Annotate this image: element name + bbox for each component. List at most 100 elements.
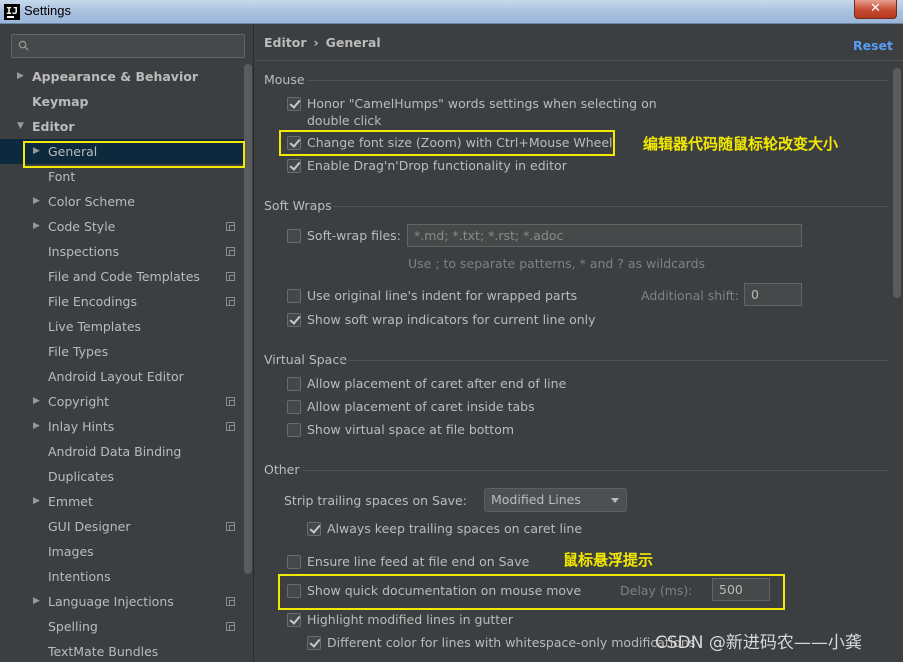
project-settings-icon — [226, 272, 235, 281]
chevron-down-icon — [611, 498, 619, 503]
breadcrumb: Editor › General — [264, 35, 381, 50]
sidebar-item-inlay-hints[interactable]: ▶ Inlay Hints — [0, 414, 244, 439]
section-divider — [303, 470, 889, 471]
different-color-checkbox[interactable] — [307, 636, 321, 650]
caret-after-eol-label: Allow placement of caret after end of li… — [307, 376, 567, 391]
section-divider — [333, 206, 889, 207]
section-divider — [307, 80, 889, 81]
project-settings-icon — [226, 597, 235, 606]
additional-shift-label: Additional shift: — [641, 288, 739, 303]
project-settings-icon — [226, 397, 235, 406]
caret-inside-tabs-label: Allow placement of caret inside tabs — [307, 399, 535, 414]
sidebar-item-language-injections[interactable]: ▶ Language Injections — [0, 589, 244, 614]
line-feed-checkbox[interactable] — [287, 555, 301, 569]
line-feed-label: Ensure line feed at file end on Save — [307, 554, 530, 569]
soft-wrap-indicators-label: Show soft wrap indicators for current li… — [307, 312, 596, 327]
project-settings-icon — [226, 222, 235, 231]
different-color-label: Different color for lines with whitespac… — [327, 635, 696, 650]
soft-wrap-files-hint: Use ; to separate patterns, * and ? as w… — [408, 256, 706, 271]
breadcrumb-current: General — [325, 35, 381, 50]
sidebar-item-keymap[interactable]: Keymap — [0, 89, 244, 114]
expand-arrow-icon[interactable]: ▶ — [33, 589, 40, 614]
keep-trailing-label: Always keep trailing spaces on caret lin… — [327, 521, 583, 536]
virtual-space-bottom-label: Show virtual space at file bottom — [307, 422, 515, 437]
highlight-modified-checkbox[interactable] — [287, 613, 301, 627]
settings-search-input[interactable] — [11, 34, 245, 58]
expand-arrow-icon[interactable]: ▶ — [33, 489, 40, 514]
sidebar-item-duplicates[interactable]: Duplicates — [0, 464, 244, 489]
collapse-arrow-icon[interactable]: ▼ — [17, 114, 24, 139]
soft-wrap-files-label: Soft-wrap files: — [307, 228, 401, 243]
intellij-app-icon: IJ — [4, 4, 20, 20]
virtual-space-bottom-checkbox[interactable] — [287, 423, 301, 437]
sidebar-item-color-scheme[interactable]: ▶ Color Scheme — [0, 189, 244, 214]
sidebar-item-emmet[interactable]: ▶ Emmet — [0, 489, 244, 514]
soft-wrap-files-checkbox[interactable] — [287, 229, 301, 243]
project-settings-icon — [226, 522, 235, 531]
reset-link[interactable]: Reset — [853, 38, 893, 53]
sidebar-item-android-layout-editor[interactable]: Android Layout Editor — [0, 364, 244, 389]
sidebar-item-intentions[interactable]: Intentions — [0, 564, 244, 589]
dragdrop-checkbox[interactable] — [287, 159, 301, 173]
soft-wrap-files-input[interactable]: *.md; *.txt; *.rst; *.adoc — [407, 224, 802, 247]
caret-after-eol-checkbox[interactable] — [287, 377, 301, 391]
caret-inside-tabs-checkbox[interactable] — [287, 400, 301, 414]
expand-arrow-icon[interactable]: ▶ — [33, 414, 40, 439]
sidebar-item-file-types[interactable]: File Types — [0, 339, 244, 364]
sidebar-item-inspections[interactable]: Inspections — [0, 239, 244, 264]
settings-sidebar: ▶ Appearance & Behavior Keymap ▼ Editor … — [0, 24, 254, 662]
sidebar-item-file-code-templates[interactable]: File and Code Templates — [0, 264, 244, 289]
sidebar-item-android-data-binding[interactable]: Android Data Binding — [0, 439, 244, 464]
breadcrumb-separator: › — [313, 35, 319, 50]
section-title-virtual-space: Virtual Space — [264, 352, 347, 367]
dragdrop-label: Enable Drag'n'Drop functionality in edit… — [307, 158, 567, 173]
sidebar-item-code-style[interactable]: ▶ Code Style — [0, 214, 244, 239]
window-title: Settings — [24, 3, 71, 18]
expand-arrow-icon[interactable]: ▶ — [17, 64, 24, 89]
camelhumps-label-line2: double click — [307, 113, 382, 128]
sidebar-item-live-templates[interactable]: Live Templates — [0, 314, 244, 339]
project-settings-icon — [226, 247, 235, 256]
sidebar-item-copyright[interactable]: ▶ Copyright — [0, 389, 244, 414]
expand-arrow-icon[interactable]: ▶ — [33, 214, 40, 239]
original-indent-label: Use original line's indent for wrapped p… — [307, 288, 578, 303]
keep-trailing-checkbox[interactable] — [307, 522, 321, 536]
sidebar-item-spelling[interactable]: Spelling — [0, 614, 244, 639]
quick-doc-annotation: 鼠标悬浮提示 — [563, 551, 654, 569]
strip-trailing-select[interactable]: Modified Lines — [484, 488, 627, 512]
zoom-highlight-box — [279, 130, 615, 156]
close-button[interactable]: ✕ — [854, 0, 897, 19]
section-title-soft-wraps: Soft Wraps — [264, 198, 332, 213]
camelhumps-checkbox[interactable] — [287, 97, 301, 111]
quick-doc-highlight-box — [278, 574, 785, 610]
expand-arrow-icon[interactable]: ▶ — [33, 189, 40, 214]
section-divider — [338, 360, 889, 361]
content-scrollbar[interactable] — [893, 68, 901, 298]
project-settings-icon — [226, 422, 235, 431]
sidebar-item-images[interactable]: Images — [0, 539, 244, 564]
expand-arrow-icon[interactable]: ▶ — [33, 389, 40, 414]
section-title-mouse: Mouse — [264, 72, 305, 87]
title-bar: IJ Settings ✕ — [0, 0, 903, 24]
csdn-watermark: CSDN @新进码农——小龚 — [655, 633, 862, 653]
header-divider — [255, 60, 903, 61]
strip-trailing-label: Strip trailing spaces on Save: — [284, 493, 467, 508]
project-settings-icon — [226, 622, 235, 631]
sidebar-item-textmate-bundles[interactable]: TextMate Bundles — [0, 639, 244, 662]
additional-shift-input[interactable]: 0 — [744, 283, 802, 306]
sidebar-item-gui-designer[interactable]: GUI Designer — [0, 514, 244, 539]
project-settings-icon — [226, 297, 235, 306]
sidebar-item-appearance-behavior[interactable]: ▶ Appearance & Behavior — [0, 64, 244, 89]
general-highlight-box — [23, 141, 245, 168]
section-title-other: Other — [264, 462, 300, 477]
search-icon — [18, 40, 29, 51]
original-indent-checkbox[interactable] — [287, 289, 301, 303]
highlight-modified-label: Highlight modified lines in gutter — [307, 612, 514, 627]
soft-wrap-indicators-checkbox[interactable] — [287, 313, 301, 327]
sidebar-item-file-encodings[interactable]: File Encodings — [0, 289, 244, 314]
camelhumps-label-line1: Honor "CamelHumps" words settings when s… — [307, 96, 657, 111]
zoom-annotation: 编辑器代码随鼠标轮改变大小 — [643, 135, 839, 153]
sidebar-scrollbar[interactable] — [244, 64, 252, 574]
breadcrumb-parent[interactable]: Editor — [264, 35, 307, 50]
sidebar-item-editor[interactable]: ▼ Editor — [0, 114, 244, 139]
